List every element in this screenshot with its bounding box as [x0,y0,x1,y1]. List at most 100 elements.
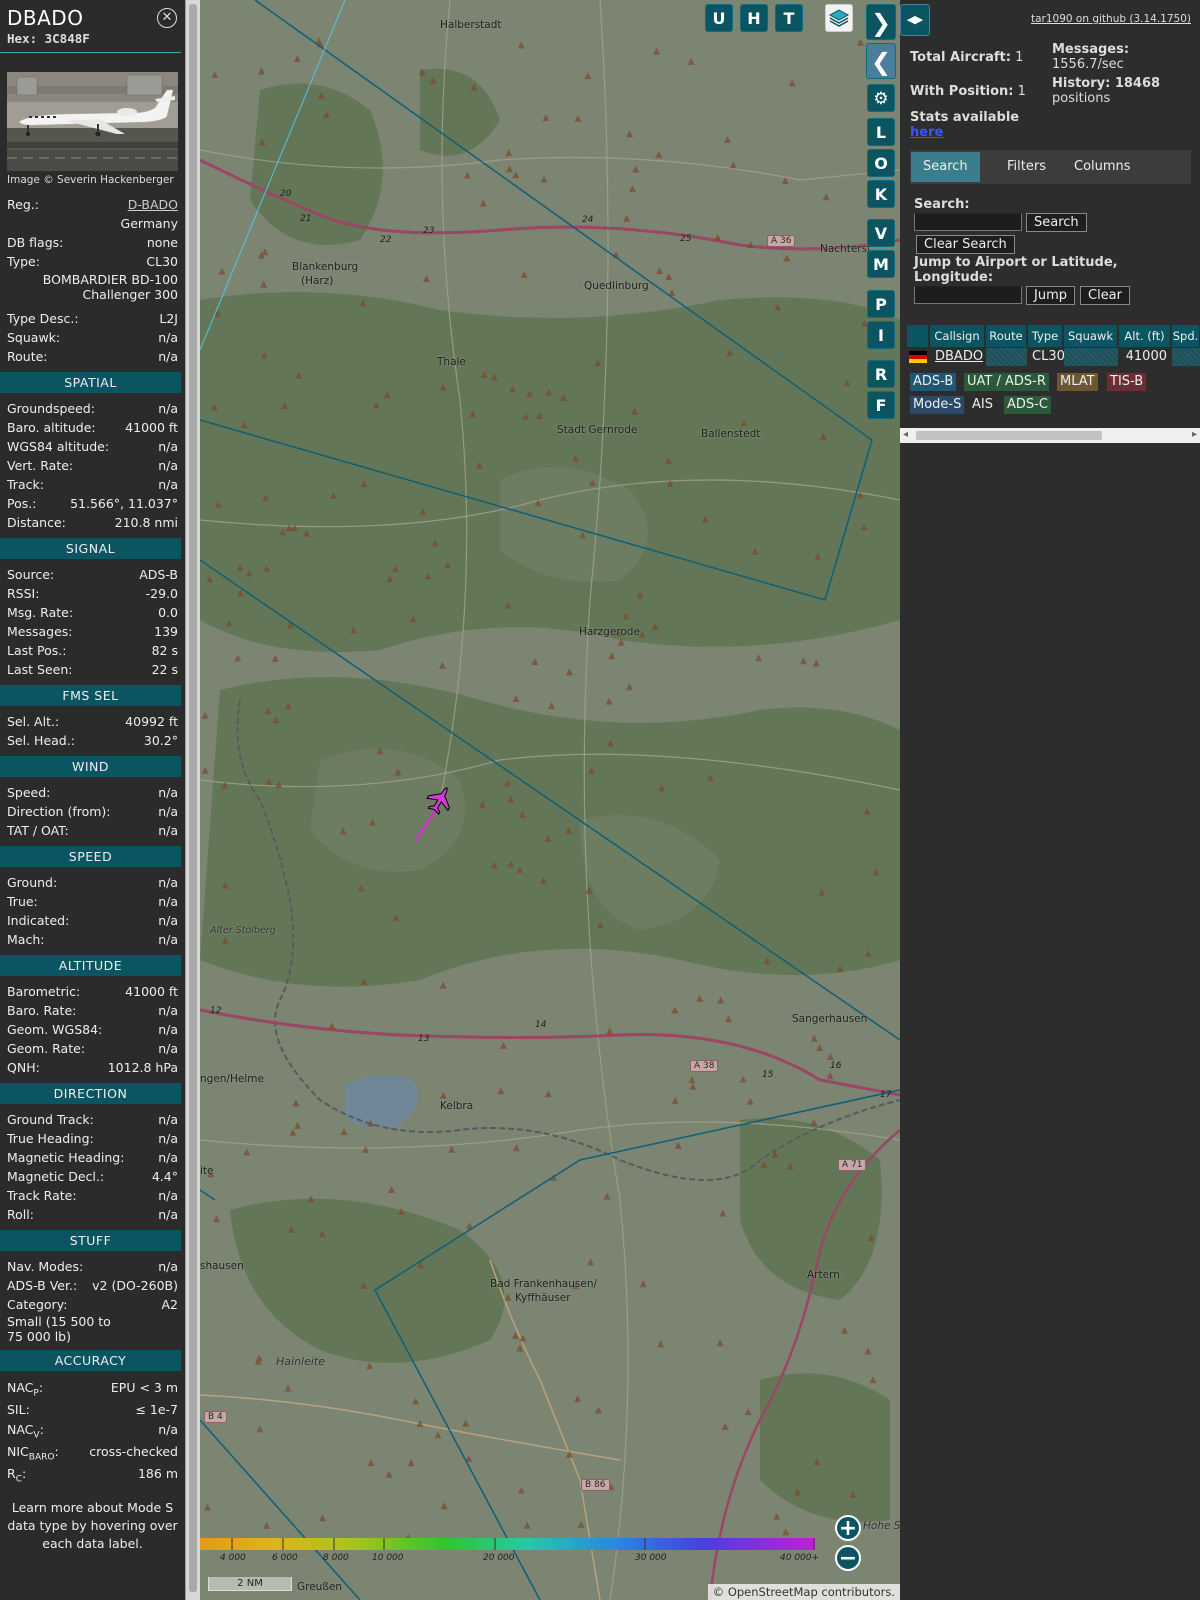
map-button-p[interactable]: P [867,290,895,318]
jump-button[interactable]: Jump [1026,286,1075,305]
stats-link[interactable]: here [910,125,943,140]
nacv-label[interactable]: NACV: [7,1420,44,1441]
aircraft-photo[interactable] [7,72,178,171]
panel-scrollbar[interactable] [185,0,200,1600]
speed-label[interactable]: True: [7,892,38,911]
sil-label[interactable]: SIL: [7,1399,30,1420]
panel-scrollbar-thumb[interactable] [189,4,197,1592]
clear-search-button[interactable]: Clear Search [916,235,1015,254]
map-button-i[interactable]: I [867,321,895,349]
stuff-label[interactable]: ADS-B Ver.: [7,1276,77,1295]
wind-label[interactable]: Speed: [7,783,50,802]
layers-button[interactable] [825,4,853,32]
spatial-label[interactable]: Distance: [7,513,66,532]
col-altitude[interactable]: Alt. (ft) [1119,325,1171,347]
place-bad-frankenhausen: Bad Frankenhausen/ [490,1278,598,1290]
settings-button[interactable]: ⚙ [867,84,895,112]
spatial-label[interactable]: Groundspeed: [7,399,95,418]
rc-label[interactable]: RC: [7,1463,26,1485]
col-speed[interactable]: Spd. [1172,325,1200,347]
direction-label[interactable]: True Heading: [7,1129,94,1148]
km-15: 15 [762,1070,774,1080]
map-button-k[interactable]: K [867,180,895,208]
speed-label[interactable]: Mach: [7,930,44,949]
map-button-r[interactable]: R [867,360,895,388]
nic-label[interactable]: NICBARO: [7,1440,59,1463]
map-button-l[interactable]: L [867,118,895,146]
version-link[interactable]: tar1090 on github (3.14.1750) [1031,13,1191,25]
row-callsign[interactable]: DBADO [930,348,985,366]
altitude-label[interactable]: QNH: [7,1058,40,1077]
signal-label[interactable]: Msg. Rate: [7,603,73,622]
map-button-v[interactable]: V [867,219,895,247]
direction-label[interactable]: Roll: [7,1205,34,1224]
direction-label[interactable]: Ground Track: [7,1110,94,1129]
tab-search[interactable]: Search [911,152,980,182]
col-callsign[interactable]: Callsign [930,325,985,347]
scroll-right-icon[interactable]: ▸ [1192,429,1197,440]
wind-label[interactable]: TAT / OAT: [7,821,69,840]
wind-label[interactable]: Direction (from): [7,802,111,821]
altitude-label[interactable]: Geom. WGS84: [7,1020,102,1039]
col-flag[interactable] [907,325,929,347]
reg-link[interactable]: D-BADO [128,195,178,214]
osm-link[interactable]: OpenStreetMap [728,1585,818,1599]
altitude-label[interactable]: Geom. Rate: [7,1039,85,1058]
map-button-f[interactable]: F [867,391,895,419]
signal-label[interactable]: Source: [7,565,54,584]
table-scrollbar-thumb[interactable] [916,431,1102,440]
altitude-label[interactable]: Baro. Rate: [7,1001,76,1020]
signal-value: ADS-B [139,567,178,582]
spatial-label[interactable]: Baro. altitude: [7,418,96,437]
map-area[interactable]: Halberstadt Blankenburg (Harz) Quedlinbu… [200,0,900,1600]
direction-label[interactable]: Magnetic Decl.: [7,1167,104,1186]
close-icon[interactable]: ✕ [157,8,177,28]
map-button-o[interactable]: O [867,149,895,177]
col-type[interactable]: Type [1028,325,1063,347]
road-b4: B 4 [204,1411,227,1423]
table-horizontal-scrollbar[interactable]: ◂ ▸ [900,428,1200,443]
zoom-out-button[interactable]: − [835,1545,861,1571]
scroll-left-icon[interactable]: ◂ [903,429,908,440]
clear-button[interactable]: Clear [1080,286,1130,305]
row-route [986,348,1027,366]
map-button-m[interactable]: M [867,250,895,278]
col-route[interactable]: Route [986,325,1027,347]
nacp-label[interactable]: NACP: [7,1377,43,1399]
map-button-u[interactable]: U [705,4,733,32]
spatial-label[interactable]: WGS84 altitude: [7,437,109,456]
search-button[interactable]: Search [1026,213,1087,232]
toggle-sidebar-button[interactable]: ◂▸ [900,4,930,36]
stuff-label[interactable]: Category: [7,1295,67,1314]
signal-label[interactable]: Last Seen: [7,660,72,679]
alt-label-6000: 6 000 [272,1553,298,1563]
spatial-label[interactable]: Track: [7,475,44,494]
spatial-label[interactable]: Pos.: [7,494,36,513]
altitude-label[interactable]: Barometric: [7,982,80,1001]
aircraft-info-panel: DBADO Hex: 3C848F ✕ Image © Severin Hack… [0,0,185,1600]
collapse-left-button[interactable]: ❮ [866,43,896,79]
jump-input[interactable] [914,286,1022,304]
fms-label[interactable]: Sel. Alt.: [7,712,59,731]
map-button-t[interactable]: T [775,4,803,32]
spatial-value: n/a [158,439,178,454]
km-13: 13 [418,1034,430,1044]
zoom-in-button[interactable]: + [835,1515,861,1541]
stuff-label[interactable]: Nav. Modes: [7,1257,83,1276]
tab-filters[interactable]: Filters [995,152,1058,182]
direction-label[interactable]: Track Rate: [7,1186,77,1205]
direction-label[interactable]: Magnetic Heading: [7,1148,124,1167]
speed-label[interactable]: Ground: [7,873,57,892]
signal-label[interactable]: Messages: [7,622,73,641]
tab-columns[interactable]: Columns [1062,152,1143,182]
signal-label[interactable]: RSSI: [7,584,39,603]
expand-right-button[interactable]: ❯ [866,4,896,40]
col-squawk[interactable]: Squawk [1064,325,1118,347]
signal-row: RSSI: -29.0 [0,584,185,603]
signal-label[interactable]: Last Pos.: [7,641,66,660]
speed-label[interactable]: Indicated: [7,911,69,930]
spatial-label[interactable]: Vert. Rate: [7,456,73,475]
map-button-h[interactable]: H [740,4,768,32]
fms-label[interactable]: Sel. Head.: [7,731,75,750]
search-input[interactable] [914,213,1022,231]
